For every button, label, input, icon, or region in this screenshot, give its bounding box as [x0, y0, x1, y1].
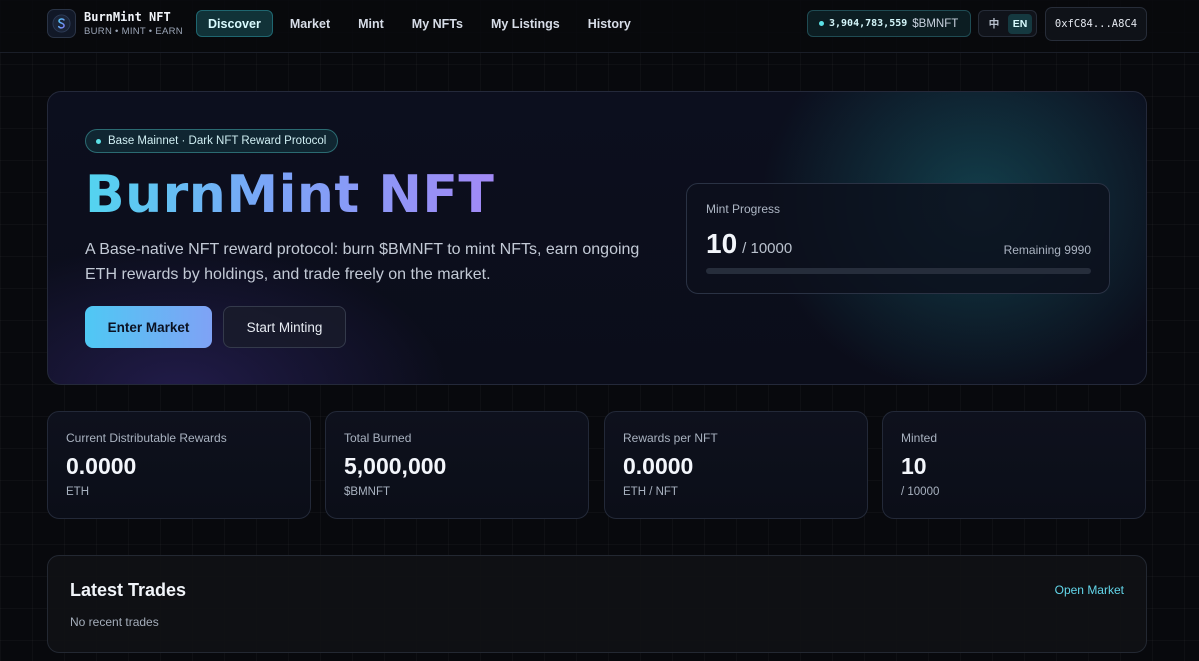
stat-card-rewards-per-nft: Rewards per NFT 0.0000 ETH / NFT	[604, 411, 868, 519]
brand-name: BurnMint NFT	[84, 10, 171, 24]
wallet-address-button[interactable]: 0xfC84...A8C4	[1045, 7, 1147, 41]
nav-my-nfts[interactable]: My NFTs	[401, 10, 474, 37]
brand: BurnMint NFT BURN • MINT • EARN	[84, 10, 183, 37]
mint-progress-total: / 10000	[742, 240, 793, 257]
stat-card-distributable-rewards: Current Distributable Rewards 0.0000 ETH	[47, 411, 311, 519]
network-badge-label: Base Mainnet · Dark NFT Reward Protocol	[108, 135, 327, 147]
brand-logo[interactable]	[47, 9, 76, 38]
nav-my-listings[interactable]: My Listings	[480, 10, 571, 37]
stat-card-minted: Minted 10 / 10000	[882, 411, 1146, 519]
mint-progress-bar	[706, 268, 1091, 274]
mint-progress-current: 10	[706, 228, 738, 259]
main-nav: Discover Market Mint My NFTs My Listings…	[196, 10, 642, 37]
stat-value: 0.0000	[66, 453, 137, 479]
stat-value: 0.0000	[623, 453, 694, 479]
lang-en-button[interactable]: EN	[1008, 13, 1032, 34]
stat-card-total-burned: Total Burned 5,000,000 $BMNFT	[325, 411, 589, 519]
language-switch: 中 EN	[978, 10, 1037, 37]
hero-description: A Base-native NFT reward protocol: burn …	[85, 241, 640, 283]
token-balance: 3,904,783,559 $BMNFT	[807, 10, 971, 37]
stat-value: 10	[901, 453, 927, 479]
nav-mint[interactable]: Mint	[347, 10, 395, 37]
stat-value: 5,000,000	[344, 453, 447, 479]
mint-progress-remaining: Remaining 9990	[1003, 243, 1091, 257]
hero-title: BurnMint NFT	[85, 165, 495, 225]
stat-label: Total Burned	[344, 431, 412, 445]
flame-dollar-icon	[52, 14, 71, 33]
status-dot-icon	[96, 138, 101, 144]
mint-progress-label: Mint Progress	[706, 202, 781, 216]
lang-zh-button[interactable]: 中	[982, 14, 1006, 34]
latest-trades-empty-state: No recent trades	[70, 615, 159, 629]
enter-market-button[interactable]: Enter Market	[85, 306, 212, 348]
stat-unit: / 10000	[901, 486, 940, 498]
hero-section: Base Mainnet · Dark NFT Reward Protocol …	[47, 91, 1147, 385]
stat-unit: ETH / NFT	[623, 486, 678, 498]
status-dot-icon	[819, 21, 824, 26]
nav-history[interactable]: History	[577, 10, 642, 37]
stat-label: Current Distributable Rewards	[66, 431, 227, 445]
token-balance-amount: 3,904,783,559	[829, 18, 908, 29]
token-balance-symbol: $BMNFT	[912, 17, 959, 30]
nav-discover[interactable]: Discover	[196, 10, 273, 37]
mint-progress-count: 10 / 10000	[706, 228, 792, 260]
nav-market[interactable]: Market	[279, 10, 341, 37]
stat-unit: $BMNFT	[344, 486, 390, 498]
latest-trades-panel: Latest Trades Open Market No recent trad…	[47, 555, 1147, 653]
latest-trades-title: Latest Trades	[70, 580, 187, 600]
start-minting-button[interactable]: Start Minting	[223, 306, 346, 348]
mint-progress-card: Mint Progress 10 / 10000 Remaining 9990	[686, 183, 1110, 294]
network-badge: Base Mainnet · Dark NFT Reward Protocol	[85, 129, 339, 153]
stat-label: Rewards per NFT	[623, 431, 718, 445]
brand-tagline: BURN • MINT • EARN	[84, 26, 183, 37]
open-market-link[interactable]: Open Market	[1055, 583, 1124, 597]
stat-unit: ETH	[66, 486, 89, 498]
stat-label: Minted	[901, 431, 938, 445]
top-navbar: BurnMint NFT BURN • MINT • EARN Discover…	[0, 0, 1199, 53]
